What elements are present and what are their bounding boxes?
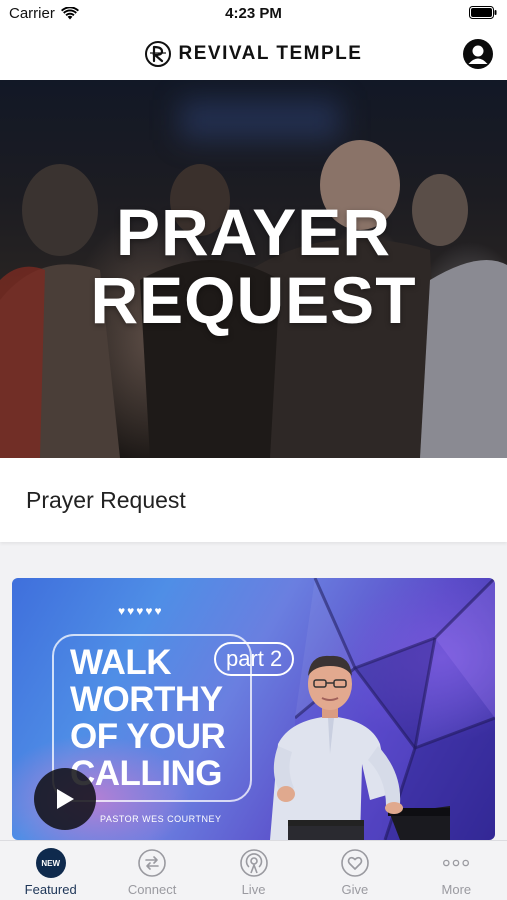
tab-featured-label: Featured bbox=[24, 882, 77, 897]
hero-title-line2: REQUEST bbox=[90, 263, 417, 337]
sermon-pastor: PASTOR WES COURTNEY bbox=[100, 814, 222, 824]
hero-caption[interactable]: Prayer Request bbox=[0, 458, 507, 542]
hearts-decoration: ♥♥♥♥♥ bbox=[118, 604, 164, 618]
app-header: REVIVAL TEMPLE bbox=[0, 28, 507, 80]
revival-temple-logo-icon bbox=[144, 41, 171, 67]
hero-banner[interactable]: PRAYER REQUEST bbox=[0, 80, 507, 458]
pastor-figure bbox=[270, 655, 450, 840]
tab-live-label: Live bbox=[241, 882, 266, 897]
live-icon bbox=[239, 848, 269, 878]
battery-icon bbox=[469, 6, 497, 19]
profile-button[interactable] bbox=[463, 39, 493, 69]
sermon-title-line3: OF YOUR bbox=[70, 717, 226, 756]
play-icon bbox=[57, 789, 74, 809]
more-icon bbox=[441, 848, 471, 878]
hero-title-line1: PRAYER bbox=[116, 195, 391, 269]
hero-title: PRAYER REQUEST bbox=[0, 198, 507, 334]
tab-give-label: Give bbox=[341, 882, 369, 897]
status-bar: Carrier 4:23 PM bbox=[0, 0, 507, 28]
status-time: 4:23 PM bbox=[225, 5, 282, 22]
sermon-title-line1: WALK bbox=[70, 643, 172, 682]
new-badge: NEW bbox=[35, 848, 66, 878]
tab-live[interactable]: Live bbox=[203, 841, 304, 900]
tab-more[interactable]: More bbox=[406, 841, 507, 900]
brand: REVIVAL TEMPLE bbox=[144, 41, 363, 67]
tab-connect-label: Connect bbox=[127, 882, 177, 897]
tab-bar: NEW Featured Connect Live Give More bbox=[0, 840, 507, 900]
tab-featured[interactable]: NEW Featured bbox=[0, 841, 101, 900]
play-button[interactable] bbox=[34, 768, 96, 830]
brand-title: REVIVAL TEMPLE bbox=[178, 43, 363, 64]
connect-icon bbox=[137, 848, 167, 878]
status-right bbox=[469, 6, 497, 23]
tab-connect[interactable]: Connect bbox=[101, 841, 202, 900]
sermon-title: WALK WORTHY OF YOUR CALLING bbox=[70, 643, 226, 792]
sermon-title-line2: WORTHY bbox=[70, 680, 223, 719]
new-badge-icon: NEW bbox=[35, 848, 66, 878]
profile-icon bbox=[468, 45, 488, 64]
tab-more-label: More bbox=[441, 882, 472, 897]
give-icon bbox=[340, 848, 370, 878]
sermon-card[interactable]: ♥♥♥♥♥ WALK WORTHY OF YOUR CALLING part 2… bbox=[12, 578, 495, 840]
tab-give[interactable]: Give bbox=[304, 841, 405, 900]
